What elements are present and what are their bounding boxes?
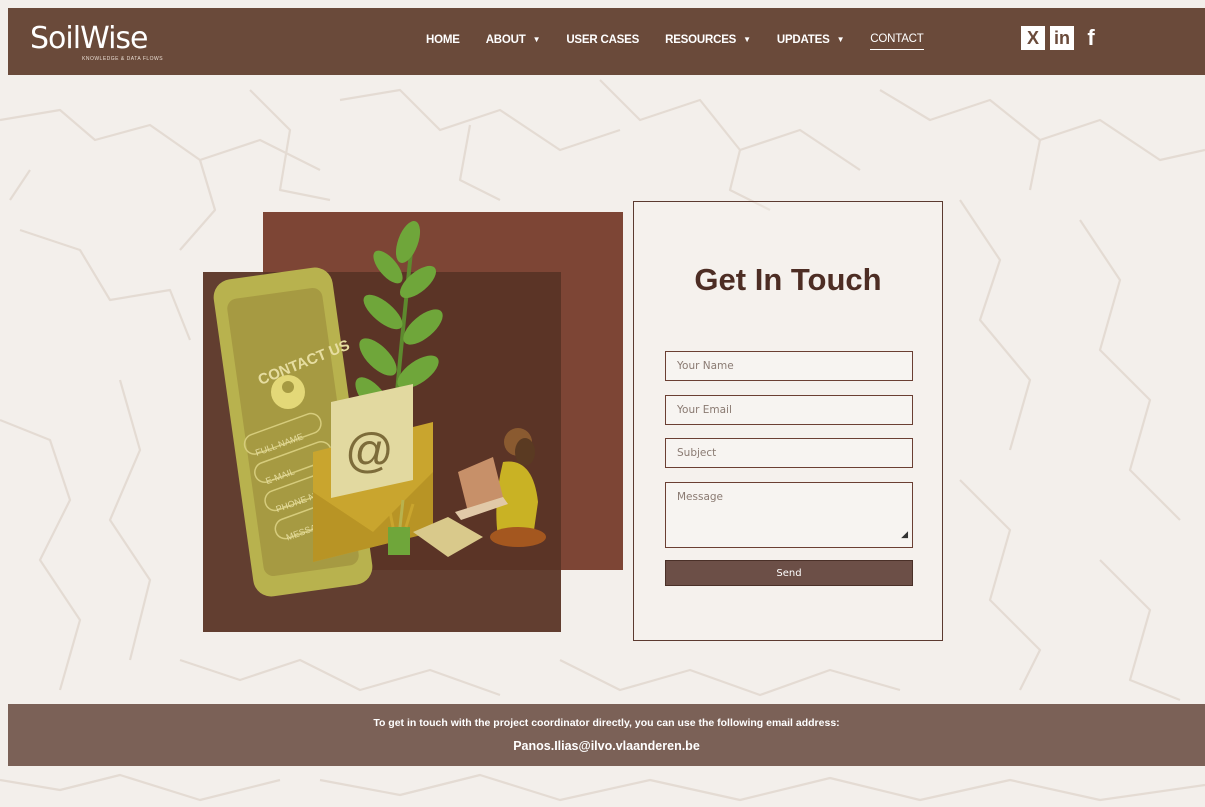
logo-tagline: KNOWLEDGE & DATA FLOWS [82,56,164,62]
email-field[interactable]: Your Email [665,395,913,425]
coordinator-email-link[interactable]: Panos.Ilias@ilvo.vlaanderen.be [8,739,1205,753]
caret-down-icon: ▼ [743,35,751,44]
at-sign-icon: @ [345,425,394,478]
social-links: X in f [1021,25,1103,50]
contact-form-card: Get In Touch Your Name Your Email Subjec… [633,201,943,641]
soilwise-logo[interactable]: SoilWise KNOWLEDGE & DATA FLOWS [30,22,180,66]
nav-item-about[interactable]: ABOUT ▼ [486,30,541,50]
linkedin-icon[interactable]: in [1050,26,1074,50]
form-title: Get In Touch [694,262,882,297]
contact-illustration: CONTACT US FULL NAME E-MAIL PHONE N MESS… [203,212,623,632]
nav-item-resources[interactable]: RESOURCES ▼ [665,30,751,50]
nav-label: USER CASES [566,34,640,46]
nav-label: ABOUT [485,34,526,46]
nav-label: UPDATES [776,34,830,46]
nav-item-contact[interactable]: CONTACT [870,30,924,50]
nav-label: CONTACT [870,32,924,45]
nav-item-updates[interactable]: UPDATES ▼ [776,30,845,50]
send-button[interactable]: Send [665,560,913,586]
message-placeholder: Message [677,491,724,503]
nav-item-user-cases[interactable]: USER CASES [566,30,639,50]
subject-field[interactable]: Subject [665,438,913,468]
message-field[interactable]: Message ◢ [665,482,913,548]
site-header: SoilWise KNOWLEDGE & DATA FLOWS HOME ABO… [8,8,1205,75]
resize-handle-icon[interactable]: ◢ [901,527,908,543]
caret-down-icon: ▼ [532,35,541,44]
facebook-icon[interactable]: f [1079,25,1103,50]
logo-wordmark: SoilWise [30,21,148,56]
name-field[interactable]: Your Name [665,351,913,381]
nav-label: RESOURCES [665,34,737,46]
coordinator-contact-text: To get in touch with the project coordin… [373,717,840,729]
nav-item-home[interactable]: HOME [426,30,460,50]
caret-down-icon: ▼ [836,35,845,44]
main-navigation: HOME ABOUT ▼ USER CASES RESOURCES ▼ UPDA… [426,30,950,50]
coordinator-contact-band: To get in touch with the project coordin… [8,704,1205,766]
nav-label: HOME [426,34,460,46]
x-icon[interactable]: X [1021,26,1045,50]
